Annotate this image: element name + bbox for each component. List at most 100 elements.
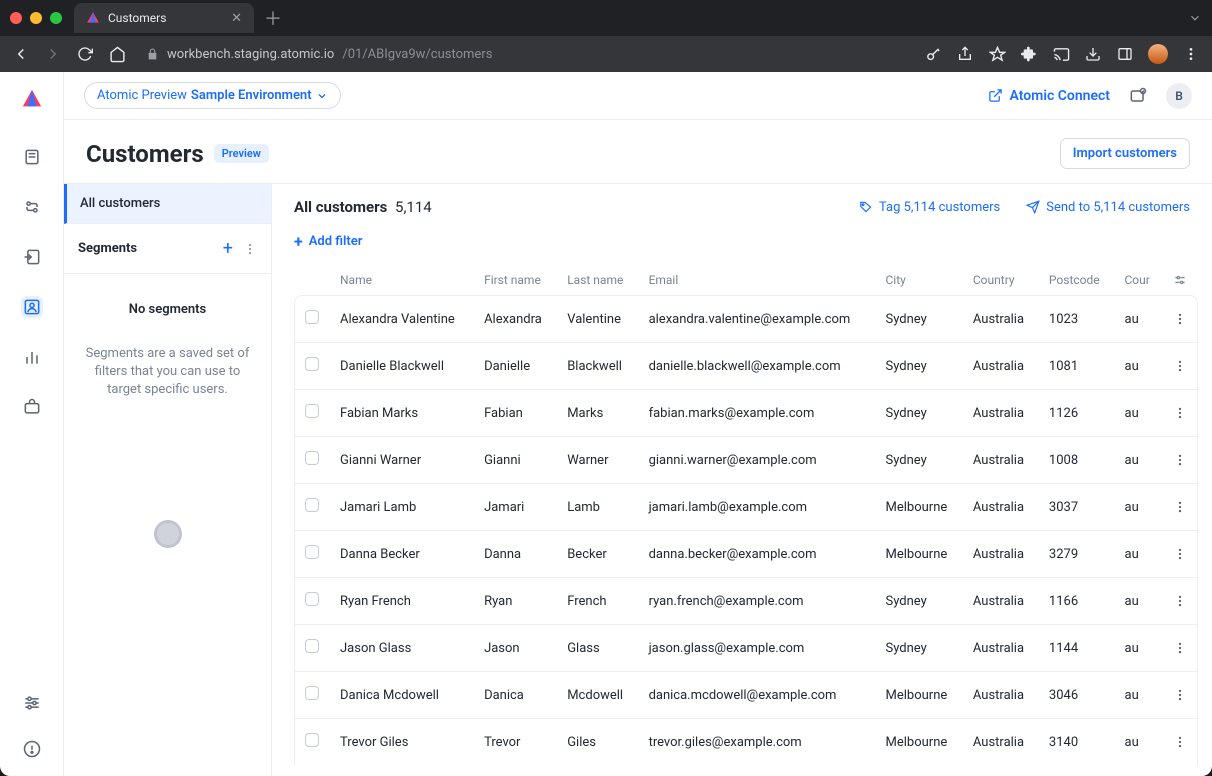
- cell-cour: au: [1115, 295, 1164, 342]
- row-menu-icon[interactable]: [1163, 389, 1198, 436]
- nav-help-icon[interactable]: [21, 738, 43, 760]
- row-checkbox[interactable]: [305, 357, 319, 371]
- row-checkbox[interactable]: [305, 404, 319, 418]
- col-postcode[interactable]: Postcode: [1039, 265, 1115, 295]
- reload-button[interactable]: [76, 45, 94, 63]
- table-row[interactable]: Alexandra ValentineAlexandraValentineale…: [294, 295, 1198, 342]
- cell-postcode: 3037: [1039, 483, 1115, 530]
- key-icon[interactable]: [924, 45, 942, 63]
- window-controls[interactable]: [10, 12, 62, 24]
- new-tab-button[interactable]: ＋: [264, 5, 282, 31]
- cell-postcode: 1166: [1039, 577, 1115, 624]
- col-name[interactable]: Name: [330, 265, 474, 295]
- close-window-icon[interactable]: [10, 12, 22, 24]
- row-menu-icon[interactable]: [1163, 671, 1198, 718]
- nav-customers-icon[interactable]: [21, 296, 43, 318]
- row-checkbox[interactable]: [305, 498, 319, 512]
- all-customers-item[interactable]: All customers: [64, 184, 271, 224]
- tag-customers-link[interactable]: Tag 5,114 customers: [859, 200, 1000, 215]
- row-checkbox[interactable]: [305, 310, 319, 324]
- row-menu-icon[interactable]: [1163, 295, 1198, 342]
- download-icon[interactable]: [1084, 45, 1102, 63]
- row-checkbox[interactable]: [305, 451, 319, 465]
- nav-analytics-icon[interactable]: [21, 346, 43, 368]
- row-menu-icon[interactable]: [1163, 624, 1198, 671]
- table-row[interactable]: Danna BeckerDannaBeckerdanna.becker@exam…: [294, 530, 1198, 577]
- profile-avatar[interactable]: [1148, 44, 1168, 64]
- atomic-connect-link[interactable]: Atomic Connect: [988, 88, 1110, 104]
- preview-badge: Preview: [214, 144, 269, 163]
- cell-country: Australia: [963, 530, 1039, 577]
- col-city[interactable]: City: [876, 265, 963, 295]
- nav-cards-icon[interactable]: [21, 146, 43, 168]
- cast-icon[interactable]: [1052, 45, 1070, 63]
- bookmark-icon[interactable]: [988, 45, 1006, 63]
- cell-cour: au: [1115, 530, 1164, 577]
- table-row[interactable]: Danielle BlackwellDanielleBlackwelldanie…: [294, 342, 1198, 389]
- close-tab-icon[interactable]: ✕: [231, 11, 242, 26]
- table-row[interactable]: Jamari LambJamariLambjamari.lamb@example…: [294, 483, 1198, 530]
- cell-city: Sydney: [876, 342, 963, 389]
- send-customers-link[interactable]: Send to 5,114 customers: [1026, 200, 1190, 215]
- user-menu[interactable]: B: [1166, 83, 1192, 109]
- sidepanel-icon[interactable]: [1116, 45, 1134, 63]
- import-customers-button[interactable]: Import customers: [1060, 138, 1190, 169]
- row-menu-icon[interactable]: [1163, 577, 1198, 624]
- row-checkbox[interactable]: [305, 639, 319, 653]
- page-header: Customers Preview Import customers: [64, 120, 1212, 183]
- browser-tab[interactable]: Customers ✕: [74, 3, 254, 33]
- browser-toolbar: workbench.staging.atomic.io/01/ABIgva9w/…: [0, 36, 1212, 72]
- table-row[interactable]: Ryan FrenchRyanFrenchryan.french@example…: [294, 577, 1198, 624]
- row-checkbox[interactable]: [305, 545, 319, 559]
- col-country[interactable]: Country: [963, 265, 1039, 295]
- nav-settings-icon[interactable]: [21, 692, 43, 714]
- col-last[interactable]: Last name: [557, 265, 638, 295]
- browser-menu-icon[interactable]: [1182, 45, 1200, 63]
- extensions-icon[interactable]: [1020, 45, 1038, 63]
- row-menu-icon[interactable]: [1163, 483, 1198, 530]
- customers-table-wrap[interactable]: Name First name Last name Email City Cou…: [272, 265, 1212, 776]
- nav-tools-icon[interactable]: [21, 396, 43, 418]
- tab-title: Customers: [108, 11, 166, 25]
- nav-actions-icon[interactable]: [21, 196, 43, 218]
- cell-postcode: 3279: [1039, 530, 1115, 577]
- col-first[interactable]: First name: [474, 265, 557, 295]
- notifications-icon[interactable]: [1128, 86, 1148, 106]
- cell-name: Jamari Lamb: [330, 483, 474, 530]
- row-checkbox[interactable]: [305, 733, 319, 747]
- table-row[interactable]: Danica McdowellDanicaMcdowelldanica.mcdo…: [294, 671, 1198, 718]
- share-icon[interactable]: [956, 45, 974, 63]
- cell-country: Australia: [963, 671, 1039, 718]
- table-row[interactable]: Fabian MarksFabianMarksfabian.marks@exam…: [294, 389, 1198, 436]
- cell-cour: au: [1115, 671, 1164, 718]
- tabs-overflow-icon[interactable]: [1188, 11, 1202, 25]
- row-menu-icon[interactable]: [1163, 342, 1198, 389]
- app-logo-icon[interactable]: [21, 88, 43, 110]
- row-menu-icon[interactable]: [1163, 718, 1198, 765]
- nav-import-icon[interactable]: [21, 246, 43, 268]
- table-row[interactable]: Jason GlassJasonGlassjason.glass@example…: [294, 624, 1198, 671]
- col-cour[interactable]: Cour: [1115, 265, 1164, 295]
- add-segment-button[interactable]: +: [223, 238, 233, 259]
- home-button[interactable]: [108, 45, 126, 63]
- table-settings-icon[interactable]: [1163, 265, 1198, 295]
- cell-postcode: 1144: [1039, 624, 1115, 671]
- customers-table: Name First name Last name Email City Cou…: [294, 265, 1198, 765]
- forward-button[interactable]: [44, 45, 62, 63]
- back-button[interactable]: [12, 45, 30, 63]
- add-filter-button[interactable]: + Add filter: [272, 222, 1212, 265]
- maximize-window-icon[interactable]: [50, 12, 62, 24]
- address-bar[interactable]: workbench.staging.atomic.io/01/ABIgva9w/…: [140, 47, 910, 62]
- segments-menu-icon[interactable]: [243, 242, 257, 256]
- cell-last: Mcdowell: [557, 671, 638, 718]
- row-menu-icon[interactable]: [1163, 530, 1198, 577]
- col-email[interactable]: Email: [639, 265, 876, 295]
- row-menu-icon[interactable]: [1163, 436, 1198, 483]
- row-checkbox[interactable]: [305, 592, 319, 606]
- cell-first: Jason: [474, 624, 557, 671]
- table-row[interactable]: Trevor GilesTrevorGilestrevor.giles@exam…: [294, 718, 1198, 765]
- row-checkbox[interactable]: [305, 686, 319, 700]
- environment-selector[interactable]: Atomic Preview Sample Environment: [84, 82, 341, 109]
- minimize-window-icon[interactable]: [30, 12, 42, 24]
- table-row[interactable]: Gianni WarnerGianniWarnergianni.warner@e…: [294, 436, 1198, 483]
